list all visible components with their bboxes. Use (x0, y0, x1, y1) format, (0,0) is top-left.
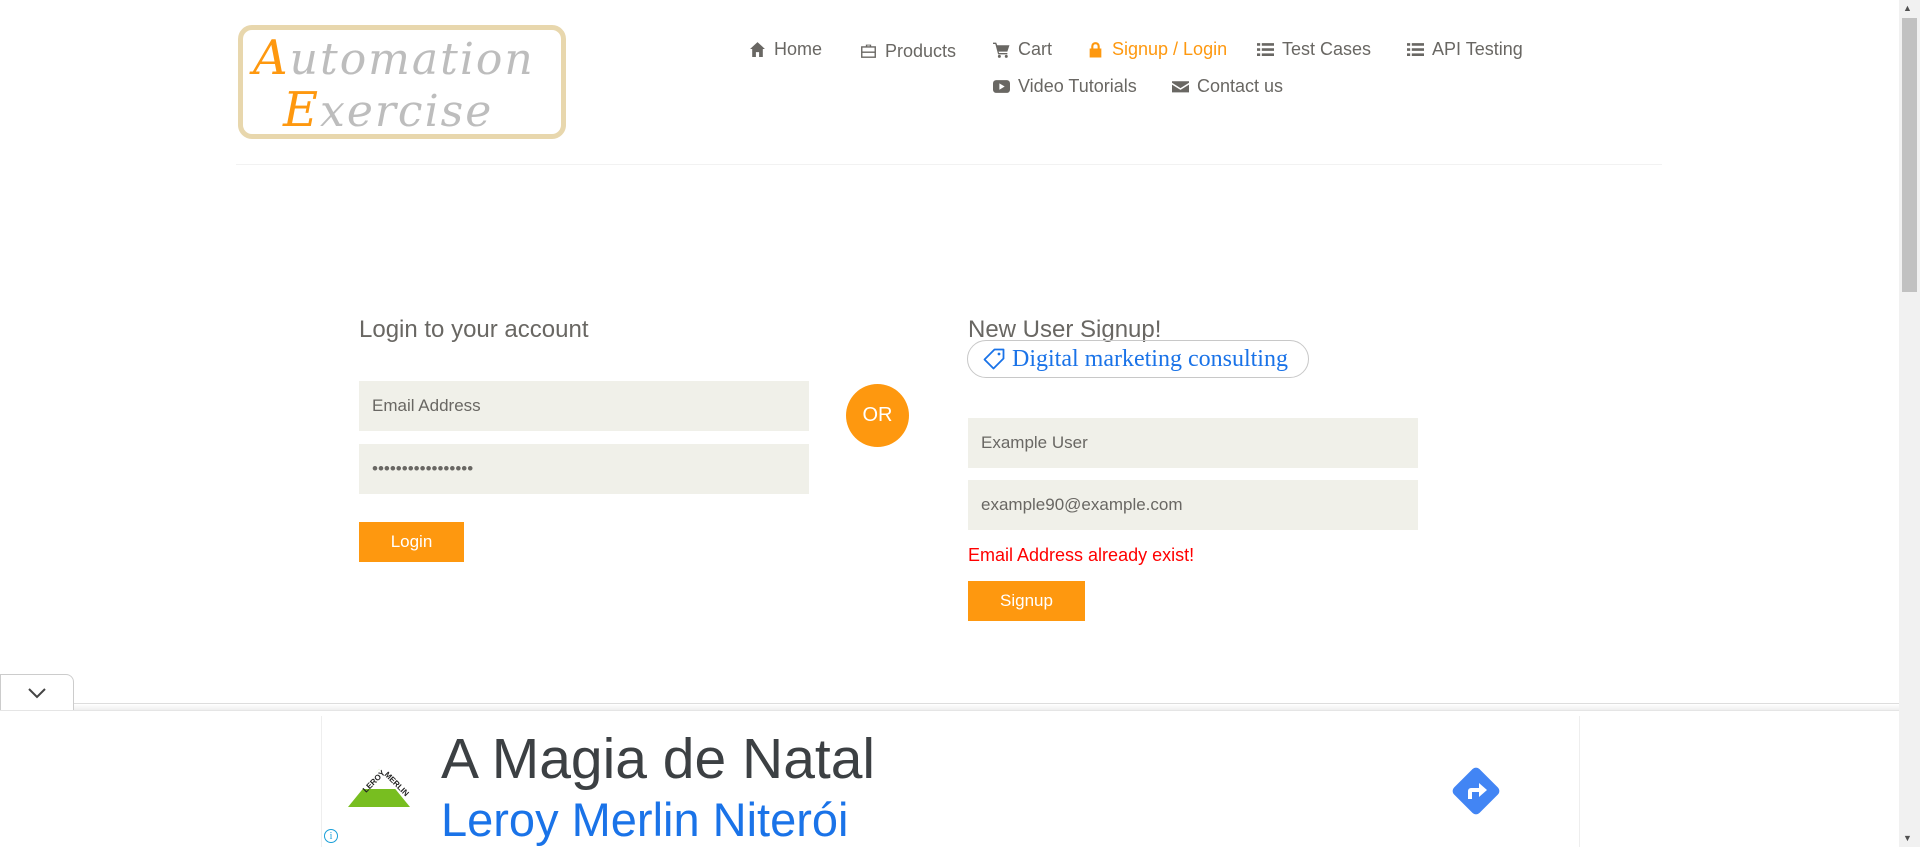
directions-button[interactable] (1446, 761, 1506, 821)
nav-home[interactable]: Home (749, 39, 822, 60)
ad-chip-label: Digital marketing consulting (1012, 345, 1288, 372)
login-button[interactable]: Login (359, 522, 464, 562)
leroy-merlin-logo-mark: LEROY MERLIN (348, 768, 411, 807)
briefcase-icon (861, 44, 876, 58)
chevron-down-icon (28, 688, 46, 699)
or-badge: OR (846, 384, 909, 447)
ad-info-icon[interactable]: i (324, 829, 338, 843)
logo-letter-e: E (283, 82, 321, 138)
nav-api-testing[interactable]: API Testing (1407, 39, 1523, 60)
nav-signup-login-label: Signup / Login (1112, 39, 1228, 59)
logo-line-2: Exercise (283, 82, 493, 138)
nav-products-label: Products (885, 41, 957, 61)
logo-line-1: Automation (253, 30, 535, 86)
scrollbar-thumb[interactable] (1902, 18, 1917, 292)
nav-api-testing-label: API Testing (1432, 39, 1523, 59)
shopping-cart-icon (993, 42, 1010, 58)
signup-error-message: Email Address already exist! (968, 545, 1195, 565)
nav-home-label: Home (774, 39, 823, 59)
signup-name-input[interactable] (968, 418, 1418, 468)
scroll-down-arrow-icon[interactable]: ▼ (1903, 833, 1912, 843)
scroll-up-arrow-icon[interactable]: ▲ (1903, 3, 1912, 13)
ad-collapse-button[interactable] (0, 674, 74, 711)
nav-test-cases[interactable]: Test Cases (1257, 39, 1371, 60)
signup-email-input[interactable] (968, 480, 1418, 530)
logo-text-automation: utomation (289, 34, 535, 85)
ad-chip-digital-marketing[interactable]: Digital marketing consulting (967, 340, 1309, 378)
home-icon (750, 42, 765, 57)
ad-subheadline[interactable]: Leroy Merlin Niterói (441, 792, 848, 847)
envelope-icon (1172, 81, 1189, 93)
directions-icon (1452, 767, 1500, 815)
login-title: Login to your account (359, 316, 589, 343)
login-password-input[interactable] (359, 444, 809, 494)
nav-signup-login[interactable]: Signup / Login (1087, 39, 1227, 60)
site-logo[interactable]: Automation Exercise (238, 25, 566, 139)
signup-button[interactable]: Signup (968, 581, 1085, 621)
nav-contact-us[interactable]: Contact us (1172, 76, 1283, 97)
logo-letter-a: A (253, 30, 290, 86)
nav-contact-us-label: Contact us (1197, 76, 1284, 96)
list-icon (1407, 43, 1424, 56)
leroy-merlin-logo[interactable]: LEROY MERLIN (346, 767, 412, 809)
nav-products[interactable]: Products (860, 41, 956, 62)
nav-video-tutorials-label: Video Tutorials (1018, 76, 1137, 96)
login-email-input[interactable] (359, 381, 809, 431)
tag-icon (983, 348, 1005, 370)
header-divider (236, 164, 1662, 165)
nav-cart[interactable]: Cart (993, 39, 1052, 60)
youtube-play-icon (993, 80, 1010, 93)
nav-cart-label: Cart (1018, 39, 1053, 59)
nav-test-cases-label: Test Cases (1282, 39, 1372, 59)
nav-video-tutorials[interactable]: Video Tutorials (993, 76, 1137, 97)
list-icon (1257, 43, 1274, 56)
ad-headline[interactable]: A Magia de Natal (441, 726, 875, 792)
lock-icon (1089, 42, 1102, 58)
logo-text-exercise: xercise (320, 86, 494, 137)
